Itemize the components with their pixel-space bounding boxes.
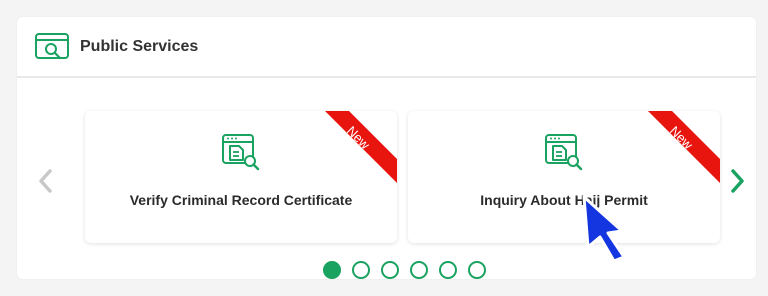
carousel-pagination [323,261,486,279]
pagination-dot-2[interactable] [352,261,370,279]
chevron-right-icon[interactable] [726,168,748,194]
new-badge: New [325,111,397,183]
card-label: Verify Criminal Record Certificate [129,192,353,208]
search-window-icon [35,33,69,60]
service-card-criminal-record[interactable]: Verify Criminal Record Certificate New [85,111,397,243]
chevron-left-icon[interactable] [35,168,57,194]
public-services-panel: Public Services Verify Criminal Record C… [17,17,756,279]
panel-title: Public Services [80,38,199,55]
pagination-dot-3[interactable] [381,261,399,279]
pagination-dot-1[interactable] [323,261,341,279]
mouse-pointer-icon [582,195,626,263]
pagination-dot-4[interactable] [410,261,428,279]
card-label: Inquiry About Hajj Permit [480,192,648,208]
panel-header: Public Services [17,17,756,78]
service-card-hajj-permit[interactable]: Inquiry About Hajj Permit New [408,111,720,243]
pagination-dot-6[interactable] [468,261,486,279]
document-search-icon [545,134,583,171]
document-search-icon [222,134,260,171]
pagination-dot-5[interactable] [439,261,457,279]
new-badge: New [648,111,720,183]
